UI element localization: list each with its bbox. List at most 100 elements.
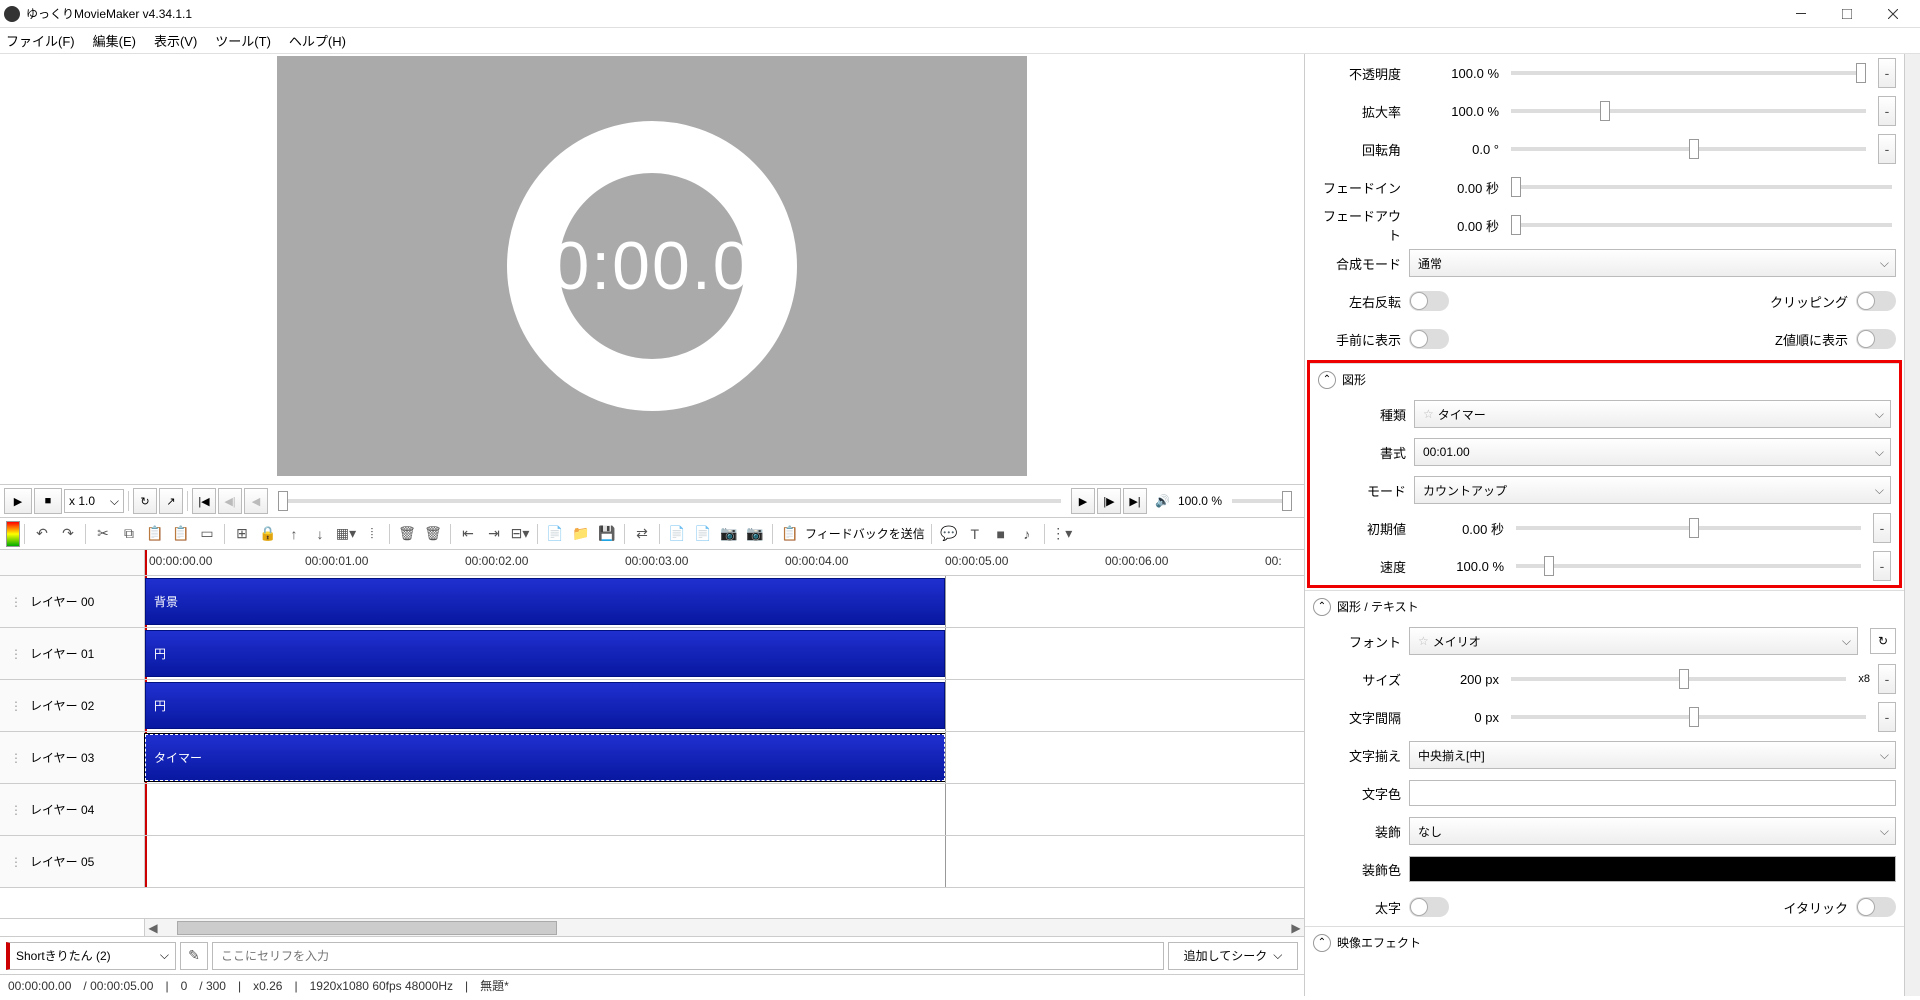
close-button[interactable]: [1870, 0, 1916, 28]
rotation-slider[interactable]: [1511, 147, 1866, 151]
menu-file[interactable]: ファイル(F): [6, 31, 75, 50]
play-button[interactable]: ▶: [4, 488, 32, 514]
initial-step[interactable]: -: [1873, 513, 1891, 543]
track-body[interactable]: [145, 836, 1304, 887]
select-button[interactable]: ▭: [196, 523, 218, 545]
anchor-button[interactable]: ↗: [159, 488, 183, 514]
clip-selected[interactable]: タイマー: [145, 734, 945, 781]
text-button[interactable]: T: [964, 523, 986, 545]
columns-button[interactable]: ⦙: [361, 523, 383, 545]
menu-edit[interactable]: 編集(E): [93, 31, 136, 50]
spacing-slider[interactable]: [1511, 715, 1866, 719]
timeline-hscroll[interactable]: ◀▶: [0, 918, 1304, 936]
font-select[interactable]: ☆メイリオ: [1409, 627, 1858, 655]
align-button[interactable]: ⇄: [631, 523, 653, 545]
font-reload-button[interactable]: ↻: [1870, 628, 1896, 654]
feedback-label[interactable]: フィードバックを送信: [805, 525, 925, 542]
effect-section-header[interactable]: ⌃映像エフェクト: [1305, 926, 1904, 958]
copy-button[interactable]: ⧉: [118, 523, 140, 545]
goto-end-button[interactable]: ▶|: [1123, 488, 1147, 514]
fadein-slider[interactable]: [1511, 185, 1892, 189]
redo-button[interactable]: ↷: [57, 523, 79, 545]
track-body[interactable]: 円: [145, 628, 1304, 679]
feedback-icon[interactable]: 📋: [779, 523, 801, 545]
mode-select[interactable]: カウントアップ: [1414, 476, 1891, 504]
stop-button[interactable]: ■: [34, 488, 62, 514]
scale-step[interactable]: -: [1878, 96, 1896, 126]
track-header[interactable]: ⋮レイヤー 02: [0, 680, 145, 731]
undo-button[interactable]: ↶: [31, 523, 53, 545]
character-select[interactable]: Shortきりたん (2)⌵: [6, 942, 176, 970]
track-header[interactable]: ⋮レイヤー 01: [0, 628, 145, 679]
chat-button[interactable]: 💬: [938, 523, 960, 545]
add-folder-button[interactable]: 📁: [570, 523, 592, 545]
italic-toggle[interactable]: [1856, 897, 1896, 917]
blend-select[interactable]: 通常: [1409, 249, 1896, 277]
minimize-button[interactable]: [1778, 0, 1824, 28]
clip-toggle[interactable]: [1856, 291, 1896, 311]
doc1-button[interactable]: 📄: [666, 523, 688, 545]
playhead-icon[interactable]: [145, 550, 147, 575]
speed-select[interactable]: x 1.0⌵: [64, 489, 124, 513]
clip[interactable]: 円: [145, 682, 945, 729]
zorder-toggle[interactable]: [1856, 329, 1896, 349]
trim-start-button[interactable]: ⇤: [457, 523, 479, 545]
spacing-step[interactable]: -: [1878, 702, 1896, 732]
front-toggle[interactable]: [1409, 329, 1449, 349]
color-swatch[interactable]: [1409, 780, 1896, 806]
save-button[interactable]: 💾: [596, 523, 618, 545]
next-frame-button[interactable]: |▶: [1097, 488, 1121, 514]
trim-end-button[interactable]: ⇥: [483, 523, 505, 545]
split-button[interactable]: ⊟▾: [509, 523, 531, 545]
scale-slider[interactable]: [1511, 109, 1866, 113]
more-button[interactable]: ⋮▾: [1051, 523, 1073, 545]
loop-button[interactable]: ↻: [133, 488, 157, 514]
track-header[interactable]: ⋮レイヤー 04: [0, 784, 145, 835]
video-button[interactable]: ■: [990, 523, 1012, 545]
track-header[interactable]: ⋮レイヤー 00: [0, 576, 145, 627]
initial-slider[interactable]: [1516, 526, 1861, 530]
time-ruler[interactable]: 00:00:00.00 00:00:01.00 00:00:02.00 00:0…: [145, 550, 1304, 575]
preview-canvas[interactable]: 0:00.0: [277, 56, 1027, 476]
doc2-button[interactable]: 📄: [692, 523, 714, 545]
goto-start-button[interactable]: |◀: [192, 488, 216, 514]
camera2-button[interactable]: 📷: [744, 523, 766, 545]
speed-slider[interactable]: [1516, 564, 1861, 568]
delete2-button[interactable]: 🗑: [422, 523, 444, 545]
menu-tool[interactable]: ツール(T): [215, 31, 271, 50]
clip[interactable]: 円: [145, 630, 945, 677]
format-select[interactable]: 00:01.00: [1414, 438, 1891, 466]
grid-button[interactable]: ▦▾: [335, 523, 357, 545]
add-seek-button[interactable]: 追加してシーク⌵: [1168, 942, 1298, 970]
opacity-slider[interactable]: [1511, 71, 1866, 75]
speed-step[interactable]: -: [1873, 551, 1891, 581]
deco-select[interactable]: なし: [1409, 817, 1896, 845]
volume-icon[interactable]: 🔊: [1155, 494, 1170, 508]
size-slider[interactable]: [1511, 677, 1846, 681]
step-back-button[interactable]: ◀: [244, 488, 268, 514]
serif-input[interactable]: [212, 942, 1164, 970]
cut-button[interactable]: ✂: [92, 523, 114, 545]
paste2-button[interactable]: 📋: [170, 523, 192, 545]
down-button[interactable]: ↓: [309, 523, 331, 545]
track-body[interactable]: 背景: [145, 576, 1304, 627]
menu-view[interactable]: 表示(V): [154, 31, 197, 50]
rotation-step[interactable]: -: [1878, 134, 1896, 164]
clip[interactable]: 背景: [145, 578, 945, 625]
text-section-header[interactable]: ⌃図形 / テキスト: [1305, 590, 1904, 622]
track-header[interactable]: ⋮レイヤー 03: [0, 732, 145, 783]
seek-slider[interactable]: [278, 499, 1061, 503]
track-body[interactable]: 円: [145, 680, 1304, 731]
track-body[interactable]: タイマー: [145, 732, 1304, 783]
music-button[interactable]: ♪: [1016, 523, 1038, 545]
prev-frame-button[interactable]: ◀|: [218, 488, 242, 514]
fadeout-slider[interactable]: [1511, 223, 1892, 227]
group-button[interactable]: ⊞: [231, 523, 253, 545]
camera-button[interactable]: 📷: [718, 523, 740, 545]
type-select[interactable]: ☆タイマー: [1414, 400, 1891, 428]
up-button[interactable]: ↑: [283, 523, 305, 545]
decocolor-swatch[interactable]: [1409, 856, 1896, 882]
fliph-toggle[interactable]: [1409, 291, 1449, 311]
menu-help[interactable]: ヘルプ(H): [289, 31, 346, 50]
char-settings-button[interactable]: ✎: [180, 942, 208, 970]
